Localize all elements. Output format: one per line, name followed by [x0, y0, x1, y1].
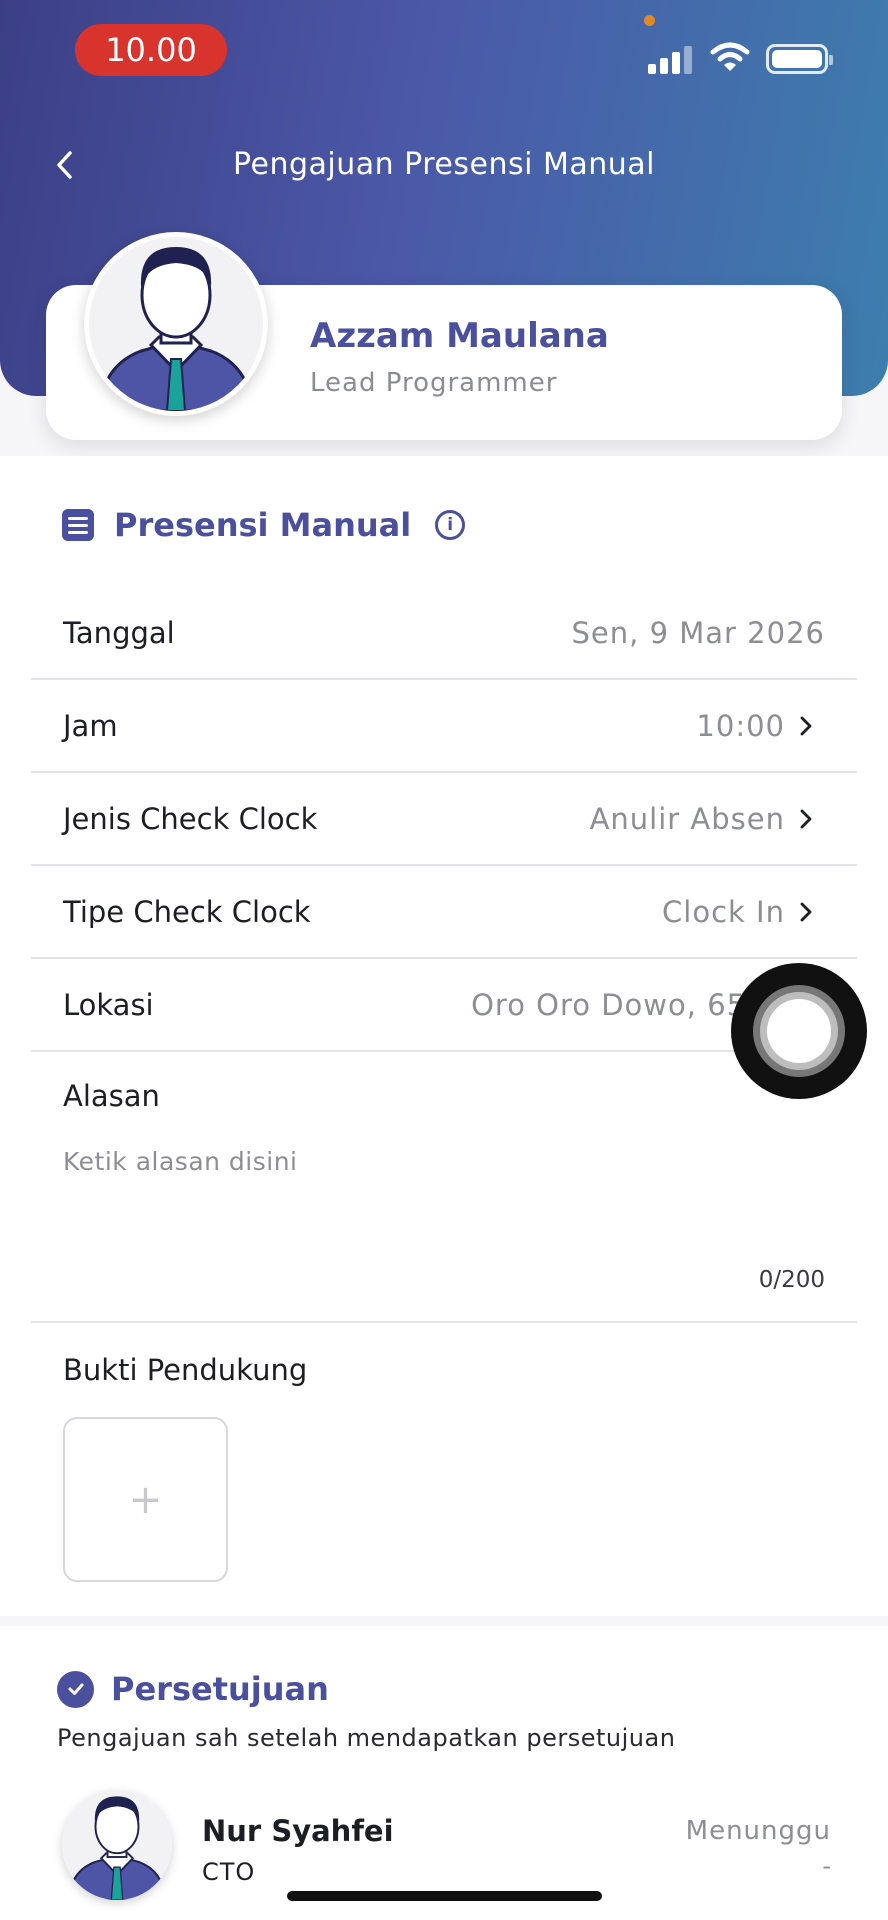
chevron-right-icon — [800, 902, 812, 922]
person-avatar-icon — [89, 237, 263, 411]
reason-input-placeholder[interactable]: Ketik alasan disini — [63, 1147, 298, 1176]
approver-role: CTO — [202, 1858, 256, 1886]
assistive-ring-inner — [760, 992, 838, 1070]
reason-char-counter: 0/200 — [758, 1267, 825, 1293]
approval-title: Persetujuan — [111, 1670, 329, 1708]
check-circle-icon — [57, 1670, 94, 1708]
chevron-right-icon — [800, 716, 812, 736]
chevron-right-icon — [800, 809, 812, 829]
evidence-upload-button[interactable]: + — [63, 1417, 228, 1582]
reason-field[interactable]: Alasan Ketik alasan disini 0/200 — [31, 1053, 857, 1323]
privacy-indicator-dot — [644, 15, 655, 26]
approver-name: Nur Syahfei — [202, 1814, 394, 1848]
person-avatar-icon — [62, 1790, 172, 1900]
plus-icon: + — [128, 1476, 163, 1523]
profile-name: Azzam Maulana — [310, 316, 609, 356]
wifi-icon — [710, 42, 750, 71]
info-icon[interactable]: i — [435, 510, 466, 540]
row-value: Clock In — [662, 895, 785, 929]
home-indicator[interactable] — [287, 1891, 602, 1901]
row-label: Tipe Check Clock — [63, 895, 311, 929]
row-label: Jenis Check Clock — [63, 802, 318, 836]
assistive-core — [767, 999, 831, 1063]
approval-header: Persetujuan — [57, 1670, 329, 1708]
profile-avatar — [84, 232, 268, 416]
row-value: Sen, 9 Mar 2026 — [571, 616, 825, 650]
evidence-label: Bukti Pendukung — [63, 1353, 308, 1387]
status-time: 10.00 — [75, 24, 227, 76]
assistive-ring-outer — [753, 985, 845, 1077]
row-label: Lokasi — [63, 988, 154, 1022]
row-value: Anulir Absen — [589, 802, 785, 836]
battery-icon — [766, 44, 833, 74]
approval-subtitle: Pengajuan sah setelah mendapatkan perset… — [57, 1724, 676, 1752]
form-section-header: Presensi Manual i — [62, 506, 466, 544]
row-jam[interactable]: Jam 10:00 — [31, 680, 857, 773]
page-title: Pengajuan Presensi Manual — [232, 147, 655, 182]
row-label: Tanggal — [63, 616, 175, 650]
approver-status-detail: - — [822, 1852, 831, 1880]
row-label: Jam — [63, 709, 118, 743]
row-tanggal: Tanggal Sen, 9 Mar 2026 — [31, 587, 857, 680]
signal-icon — [648, 44, 694, 74]
reason-label: Alasan — [63, 1079, 160, 1113]
row-value: 10:00 — [696, 709, 785, 743]
approver-status: Menunggu — [685, 1816, 831, 1846]
list-icon — [62, 509, 94, 541]
profile-role: Lead Programmer — [310, 368, 558, 398]
assistive-touch-button[interactable] — [731, 963, 867, 1099]
row-jenis-check-clock[interactable]: Jenis Check Clock Anulir Absen — [31, 773, 857, 866]
approver-avatar — [62, 1790, 172, 1900]
form-section-title: Presensi Manual — [114, 506, 412, 544]
row-tipe-check-clock[interactable]: Tipe Check Clock Clock In — [31, 866, 857, 959]
